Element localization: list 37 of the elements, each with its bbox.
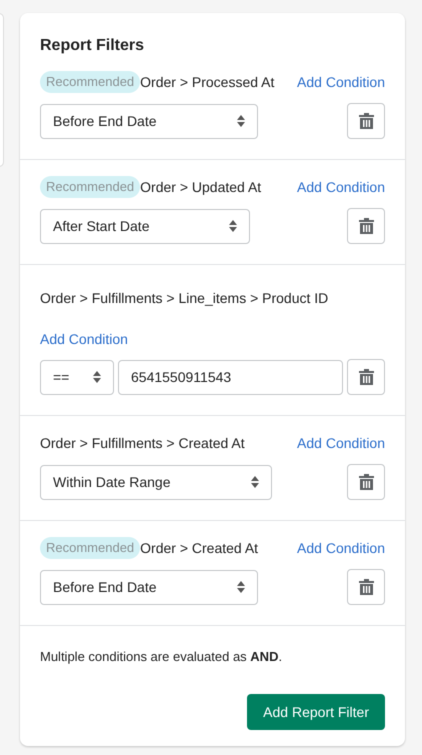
select-caret-icon <box>93 371 101 383</box>
add-condition-link[interactable]: Add Condition <box>297 74 385 90</box>
add-condition-link[interactable]: Add Condition <box>297 435 385 451</box>
delete-button[interactable] <box>347 208 385 244</box>
delete-button[interactable] <box>347 103 385 139</box>
trash-icon <box>358 218 374 234</box>
condition-select[interactable]: After Start Date <box>40 208 250 244</box>
recommended-badge: Recommended <box>40 71 140 93</box>
field-path: Order > Fulfillments > Created At <box>40 434 245 452</box>
trash-icon <box>358 113 374 129</box>
operator-select[interactable]: == <box>40 360 114 394</box>
recommended-badge: Recommended <box>40 176 140 198</box>
add-condition-link[interactable]: Add Condition <box>297 540 385 556</box>
recommended-badge: Recommended <box>40 537 140 559</box>
condition-select[interactable]: Before End Date <box>40 570 258 604</box>
select-caret-icon <box>229 220 238 232</box>
field-path: Order > Processed At <box>140 73 274 91</box>
delete-button[interactable] <box>347 359 385 395</box>
add-condition-link[interactable]: Add Condition <box>297 179 385 195</box>
field-path: Order > Fulfillments > Line_items > Product ID <box>40 289 328 307</box>
add-report-filter-button[interactable]: Add Report Filter <box>247 694 385 730</box>
condition-select[interactable]: Within Date Range <box>40 464 272 500</box>
select-caret-icon <box>236 581 245 593</box>
field-path: Order > Updated At <box>140 178 262 196</box>
delete-button[interactable] <box>347 569 385 605</box>
trash-icon <box>358 579 374 595</box>
logic-note: Multiple conditions are evaluated as AND. <box>40 648 284 666</box>
field-path: Order > Created At <box>140 539 258 557</box>
add-condition-link[interactable]: Add Condition <box>40 331 128 347</box>
condition-select[interactable]: Before End Date <box>40 104 258 138</box>
value-input[interactable]: 6541550911543 <box>118 360 343 394</box>
card-title: Report Filters <box>39 36 146 55</box>
select-caret-icon <box>250 476 259 488</box>
select-caret-icon <box>236 115 245 127</box>
trash-icon <box>358 369 374 385</box>
delete-button[interactable] <box>347 464 385 500</box>
trash-icon <box>358 474 374 490</box>
